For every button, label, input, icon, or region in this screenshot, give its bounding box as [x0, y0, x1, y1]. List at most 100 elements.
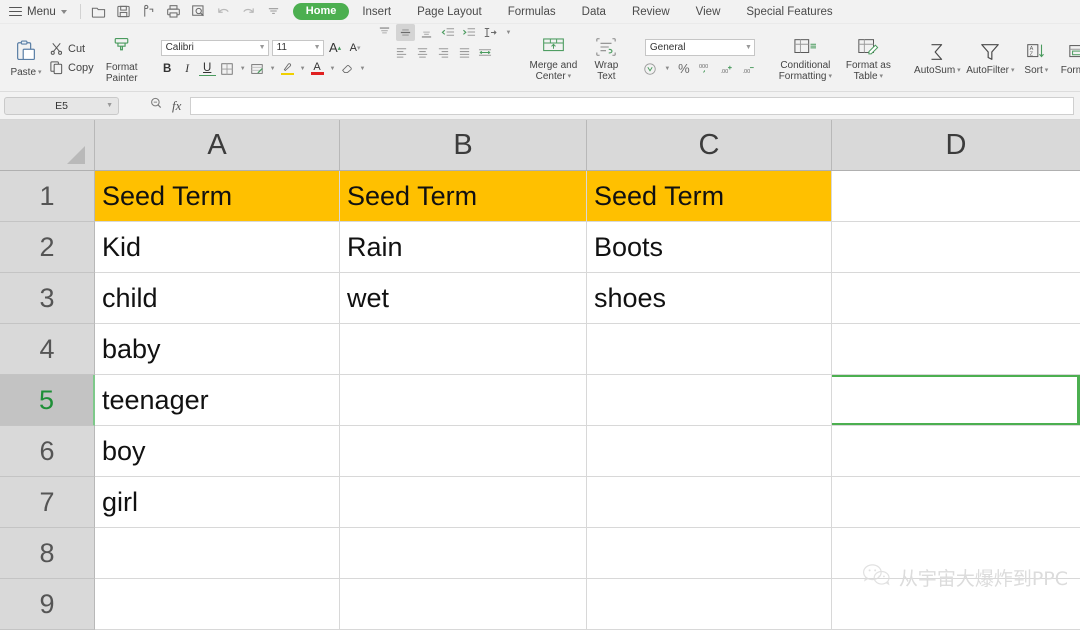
chevron-down-icon[interactable]: ▼ — [270, 66, 276, 72]
row-header-3[interactable]: 3 — [0, 273, 95, 324]
chevron-down-icon[interactable]: ▼ — [505, 30, 511, 36]
row-header-4[interactable]: 4 — [0, 324, 95, 375]
cell-b2[interactable]: Rain — [340, 222, 587, 273]
align-right-button[interactable] — [434, 44, 453, 61]
cell-c2[interactable]: Boots — [587, 222, 832, 273]
italic-button[interactable]: I — [179, 60, 196, 77]
cell-b9[interactable] — [340, 579, 587, 630]
cell-b6[interactable] — [340, 426, 587, 477]
row-header-7[interactable]: 7 — [0, 477, 95, 528]
column-header-c[interactable]: C — [587, 120, 832, 170]
print-icon[interactable] — [162, 1, 185, 23]
cut-button[interactable]: Cut — [49, 41, 94, 56]
cell-b4[interactable] — [340, 324, 587, 375]
bold-button[interactable]: B — [159, 60, 176, 77]
cell-a7[interactable]: girl — [95, 477, 340, 528]
tab-special-features[interactable]: Special Features — [733, 0, 845, 24]
undo-icon[interactable] — [212, 1, 235, 23]
cell-c4[interactable] — [587, 324, 832, 375]
cell-c5[interactable] — [587, 375, 832, 426]
name-box[interactable]: E5 ▼ — [4, 96, 119, 115]
tab-data[interactable]: Data — [569, 0, 619, 24]
font-size-select[interactable]: 11 ▼ — [271, 39, 324, 56]
align-center-button[interactable] — [413, 44, 432, 61]
accounting-format-icon[interactable] — [641, 60, 658, 77]
cell-a5[interactable]: teenager — [95, 375, 340, 426]
borders-icon[interactable] — [219, 60, 236, 77]
cell-c7[interactable] — [587, 477, 832, 528]
chevron-down-icon[interactable]: ▼ — [664, 66, 670, 72]
row-header-1[interactable]: 1 — [0, 171, 95, 222]
cell-d7[interactable] — [832, 477, 1080, 528]
find-icon[interactable] — [187, 1, 210, 23]
print-preview-icon[interactable] — [137, 1, 160, 23]
highlight-color-icon[interactable] — [279, 60, 296, 77]
copy-button[interactable]: Copy — [49, 60, 94, 75]
cell-d1[interactable] — [832, 171, 1080, 222]
underline-button[interactable]: U — [198, 61, 216, 76]
save-icon[interactable] — [112, 1, 135, 23]
format-painter-button[interactable]: Format Painter — [98, 33, 146, 84]
column-header-d[interactable]: D — [832, 120, 1080, 170]
comma-style-icon[interactable]: 000 — [697, 60, 714, 77]
column-header-a[interactable]: A — [95, 120, 340, 170]
cell-a1[interactable]: Seed Term — [95, 171, 340, 222]
tab-insert[interactable]: Insert — [349, 0, 404, 24]
cell-a3[interactable]: child — [95, 273, 340, 324]
column-header-b[interactable]: B — [340, 120, 587, 170]
row-header-2[interactable]: 2 — [0, 222, 95, 273]
fill-color-icon[interactable] — [249, 60, 266, 77]
cell-b8[interactable] — [340, 528, 587, 579]
cell-c6[interactable] — [587, 426, 832, 477]
cell-c9[interactable] — [587, 579, 832, 630]
align-top-button[interactable] — [375, 24, 394, 41]
tab-view[interactable]: View — [683, 0, 734, 24]
row-header-8[interactable]: 8 — [0, 528, 95, 579]
cell-d4[interactable] — [832, 324, 1080, 375]
paste-button[interactable]: Paste ▾ — [5, 37, 47, 79]
cell-a8[interactable] — [95, 528, 340, 579]
open-icon[interactable] — [87, 1, 110, 23]
cell-b7[interactable] — [340, 477, 587, 528]
customize-quick-access-icon[interactable] — [262, 1, 285, 23]
clear-format-icon[interactable] — [339, 60, 356, 77]
autofilter-button[interactable]: AutoFilter ▾ — [963, 39, 1017, 77]
row-header-6[interactable]: 6 — [0, 426, 95, 477]
cell-b3[interactable]: wet — [340, 273, 587, 324]
format-button[interactable]: Format▾ — [1055, 39, 1080, 77]
cell-c8[interactable] — [587, 528, 832, 579]
tab-review[interactable]: Review — [619, 0, 683, 24]
cell-a6[interactable]: boy — [95, 426, 340, 477]
cell-d3[interactable] — [832, 273, 1080, 324]
cell-d2[interactable] — [832, 222, 1080, 273]
cell-b1[interactable]: Seed Term — [340, 171, 587, 222]
chevron-down-icon[interactable]: ▼ — [240, 66, 246, 72]
number-format-select[interactable]: General ▼ — [644, 39, 755, 56]
cell-a4[interactable]: baby — [95, 324, 340, 375]
row-header-9[interactable]: 9 — [0, 579, 95, 630]
conditional-formatting-button[interactable]: Conditional Formatting ▾ — [771, 34, 839, 82]
formula-input[interactable] — [190, 96, 1074, 115]
increase-indent-button[interactable] — [459, 24, 478, 41]
cell-e5-selected[interactable] — [832, 375, 1080, 426]
align-middle-button[interactable] — [396, 24, 416, 41]
select-all-corner[interactable] — [0, 120, 95, 170]
font-color-icon[interactable]: A — [309, 60, 326, 77]
menu-button[interactable]: Menu — [0, 0, 74, 24]
decrease-indent-button[interactable] — [438, 24, 457, 41]
decrease-decimal-icon[interactable]: .00 — [741, 60, 758, 77]
increase-decimal-icon[interactable]: .00 — [719, 60, 736, 77]
grow-font-button[interactable]: A ▴ — [327, 39, 344, 56]
cell-c1[interactable]: Seed Term — [587, 171, 832, 222]
tab-page-layout[interactable]: Page Layout — [404, 0, 495, 24]
cell-c3[interactable]: shoes — [587, 273, 832, 324]
cell-b5[interactable] — [340, 375, 587, 426]
row-header-5[interactable]: 5 — [0, 375, 95, 426]
chevron-down-icon[interactable]: ▼ — [360, 66, 366, 72]
percent-style-button[interactable]: % — [675, 60, 692, 77]
format-as-table-button[interactable]: Format as Table ▾ — [839, 34, 897, 82]
tab-formulas[interactable]: Formulas — [495, 0, 569, 24]
align-bottom-button[interactable] — [417, 24, 436, 41]
justify-button[interactable] — [455, 44, 474, 61]
cell-a2[interactable]: Kid — [95, 222, 340, 273]
